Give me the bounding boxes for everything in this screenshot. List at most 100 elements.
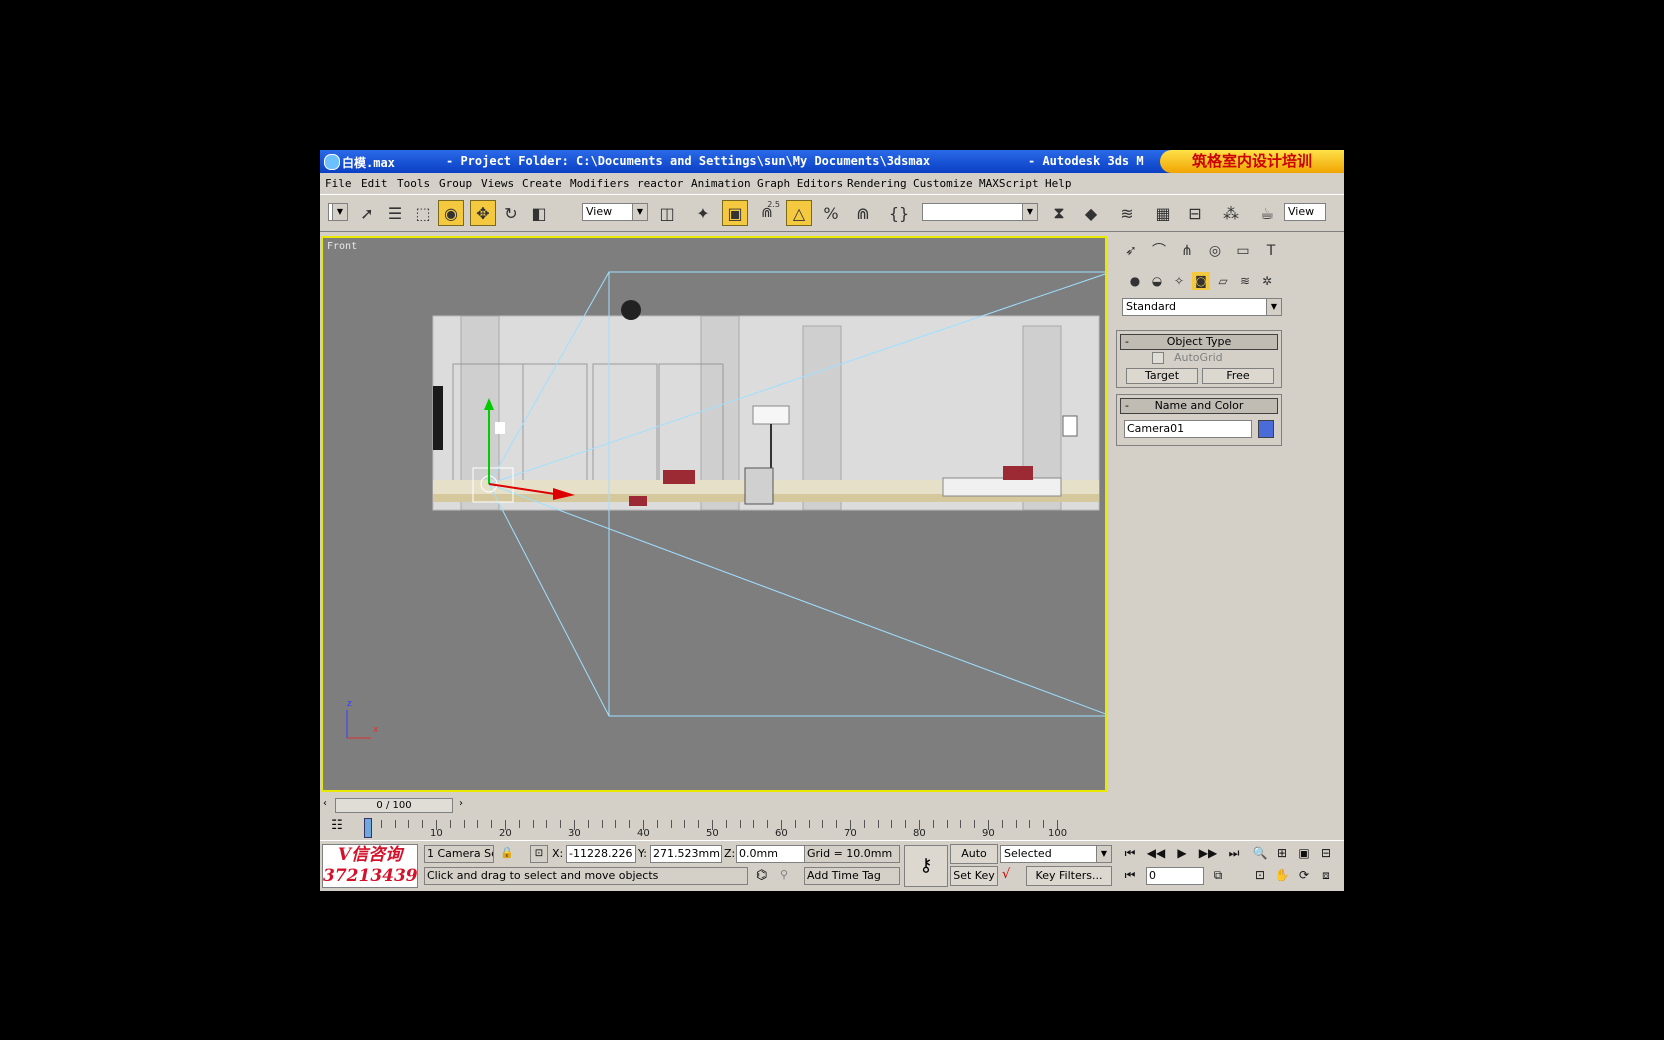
menu-customize[interactable]: Customize	[913, 177, 973, 190]
name-color-header[interactable]: - Name and Color	[1120, 398, 1278, 414]
maximize-viewport-icon[interactable]: ⧈	[1316, 868, 1336, 883]
angle-snap-icon[interactable]: △	[786, 200, 812, 226]
object-type-header[interactable]: - Object Type	[1120, 334, 1278, 350]
object-name-field[interactable]: Camera01	[1124, 420, 1252, 438]
rectangular-selection-icon[interactable]: ⬚	[410, 200, 436, 226]
pivot-center-icon[interactable]: ◫	[654, 200, 680, 226]
object-color-swatch[interactable]	[1258, 420, 1274, 438]
track-bar-tick	[891, 820, 893, 828]
edit-named-selection-icon[interactable]: {}	[886, 200, 912, 226]
zoom-extents-icon[interactable]: ▣	[1294, 846, 1314, 860]
key-mode-dropdown[interactable]: Selected ▼	[1000, 845, 1112, 863]
x-coord-field[interactable]: -11228.226	[566, 845, 636, 863]
menu-tools[interactable]: Tools	[397, 177, 430, 190]
front-viewport[interactable]: Front z x	[321, 236, 1107, 792]
set-key-icon[interactable]: ⚷	[904, 845, 948, 887]
goto-start-icon[interactable]: ⏮	[1120, 846, 1140, 861]
named-selection-dropdown[interactable]: ▼	[922, 203, 1038, 221]
auto-key-button[interactable]: Auto Key	[950, 844, 998, 878]
viewport-nav-cube-icon[interactable]: ⌬	[756, 868, 767, 883]
default-in-out-tangent-icon[interactable]: √	[1002, 867, 1010, 882]
menu-reactor[interactable]: reactor	[637, 177, 683, 190]
add-time-tag-button[interactable]: Add Time Tag	[804, 867, 900, 885]
shapes-icon[interactable]: ◒	[1148, 272, 1166, 290]
layer-manager-icon[interactable]: ≋	[1114, 200, 1140, 226]
curve-editor-icon[interactable]: ▦	[1150, 200, 1176, 226]
z-coord-field[interactable]: 0.0mm	[736, 845, 806, 863]
selection-filter-dropdown[interactable]: ▼	[328, 203, 348, 221]
previous-frame-icon[interactable]: ◀◀	[1146, 846, 1166, 860]
time-slider[interactable]: ‹ 0 / 100 ›	[321, 797, 1107, 813]
cameras-icon[interactable]: ◙	[1192, 272, 1210, 290]
region-zoom-icon[interactable]: ⊡	[1250, 868, 1270, 882]
target-camera-button[interactable]: Target	[1126, 368, 1198, 384]
pan-icon[interactable]: ✋	[1272, 868, 1292, 882]
percent-snap-icon[interactable]: %	[818, 200, 844, 226]
zoom-extents-all-icon[interactable]: ⊟	[1316, 846, 1336, 860]
zoom-all-icon[interactable]: ⊞	[1272, 846, 1292, 860]
menu-create[interactable]: Create	[522, 177, 562, 190]
modify-panel-tab-icon[interactable]: ⌒	[1148, 240, 1170, 262]
utilities-panel-tab-icon[interactable]: T	[1260, 240, 1282, 262]
render-scene-icon[interactable]: ☕	[1254, 200, 1280, 226]
app-icon[interactable]	[324, 154, 340, 170]
material-editor-icon[interactable]: ⁂	[1218, 200, 1244, 226]
menu-maxscript[interactable]: MAXScript	[979, 177, 1039, 190]
autogrid-checkbox[interactable]	[1152, 352, 1164, 364]
select-and-move-icon[interactable]: ✥	[470, 200, 496, 226]
time-slider-thumb[interactable]: 0 / 100	[335, 798, 453, 813]
goto-end-icon[interactable]: ⏭	[1224, 846, 1244, 861]
render-view-dropdown[interactable]: View	[1284, 203, 1326, 221]
mini-curve-editor-icon[interactable]: ☷	[326, 818, 348, 836]
time-slider-next-icon[interactable]: ›	[459, 798, 463, 809]
menu-group[interactable]: Group	[439, 177, 472, 190]
display-panel-tab-icon[interactable]: ▭	[1232, 240, 1254, 262]
menu-animation[interactable]: Animation	[691, 177, 751, 190]
keyboard-shortcut-override-icon[interactable]: ▣	[722, 200, 748, 226]
lights-icon[interactable]: ✧	[1170, 272, 1188, 290]
y-coord-field[interactable]: 271.523mm	[650, 845, 722, 863]
current-frame-marker[interactable]	[364, 818, 372, 838]
arc-rotate-icon[interactable]: ⟳	[1294, 868, 1314, 882]
create-panel-tab-icon[interactable]: ➶	[1120, 240, 1142, 262]
menu-file[interactable]: File	[325, 177, 352, 190]
space-warps-icon[interactable]: ≋	[1236, 272, 1254, 290]
menu-help[interactable]: Help	[1045, 177, 1072, 190]
zoom-icon[interactable]: 🔍	[1250, 846, 1270, 860]
select-and-scale-icon[interactable]: ◧	[526, 200, 552, 226]
category-dropdown[interactable]: Standard ▼	[1122, 298, 1282, 316]
motion-panel-tab-icon[interactable]: ◎	[1204, 240, 1226, 262]
time-slider-prev-icon[interactable]: ‹	[323, 798, 327, 809]
select-object-icon[interactable]: ➚	[354, 200, 380, 226]
select-and-rotate-icon[interactable]: ↻	[498, 200, 524, 226]
next-frame-icon[interactable]: ▶▶	[1198, 846, 1218, 860]
systems-icon[interactable]: ✲	[1258, 272, 1276, 290]
key-filters-button[interactable]: Key Filters...	[1026, 866, 1112, 886]
menu-edit[interactable]: Edit	[361, 177, 388, 190]
time-configuration-icon[interactable]: ⧉	[1208, 868, 1228, 883]
select-by-name-icon[interactable]: ☰	[382, 200, 408, 226]
manipulate-icon[interactable]: ✦	[690, 200, 716, 226]
absolute-mode-icon[interactable]: ⊡	[530, 845, 548, 863]
mirror-icon[interactable]: ⧗	[1046, 200, 1072, 226]
geometry-icon[interactable]: ●	[1126, 272, 1144, 290]
menu-rendering[interactable]: Rendering	[847, 177, 907, 190]
hierarchy-panel-tab-icon[interactable]: ⋔	[1176, 240, 1198, 262]
spinner-snap-icon[interactable]: ⋒	[850, 200, 876, 226]
menu-graph-editors[interactable]: Graph Editors	[757, 177, 843, 190]
lock-selection-icon[interactable]: 🔒	[500, 846, 514, 859]
align-icon[interactable]: ◆	[1078, 200, 1104, 226]
helpers-icon[interactable]: ▱	[1214, 272, 1232, 290]
reference-coordinate-dropdown[interactable]: View ▼	[582, 203, 648, 221]
play-icon[interactable]: ▶	[1172, 846, 1192, 860]
window-crossing-icon[interactable]: ◉	[438, 200, 464, 226]
key-mode-toggle-icon[interactable]: ⏮	[1120, 868, 1140, 883]
schematic-view-icon[interactable]: ⊟	[1182, 200, 1208, 226]
menu-views[interactable]: Views	[481, 177, 514, 190]
track-bar[interactable]: ☷ 0102030405060708090100	[320, 814, 1110, 840]
menu-modifiers[interactable]: Modifiers	[570, 177, 630, 190]
set-key-button[interactable]: Set Key	[950, 866, 998, 886]
free-camera-button[interactable]: Free	[1202, 368, 1274, 384]
current-frame-field[interactable]: 0	[1146, 867, 1204, 885]
snaps-toggle-icon[interactable]: ⋒ 2.5	[754, 200, 780, 226]
